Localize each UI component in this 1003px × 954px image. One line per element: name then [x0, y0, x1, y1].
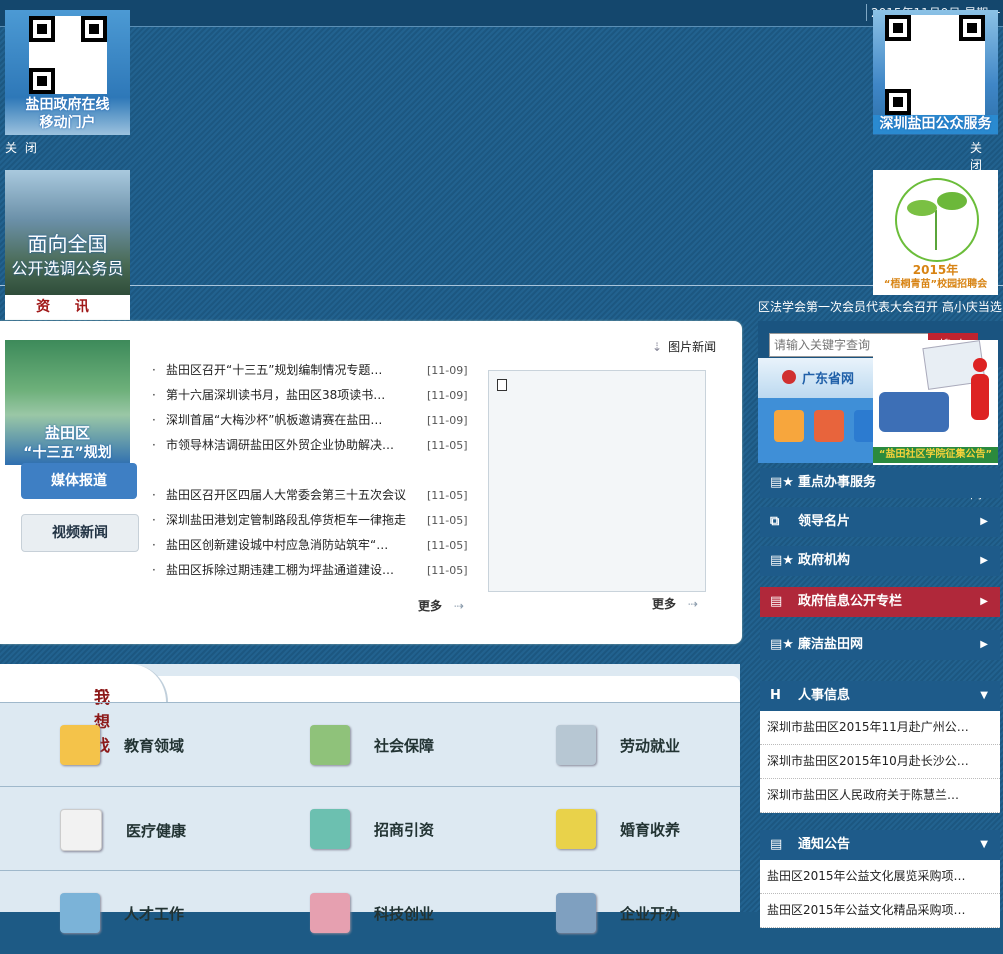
star-doc-icon: ▤★: [770, 637, 794, 652]
logo-icon: [782, 370, 796, 384]
category-investment[interactable]: 招商引资: [310, 809, 434, 849]
worker-icon: [556, 725, 596, 765]
arrow-right-icon: ▶: [980, 516, 988, 527]
news-list-top: 盐田区召开“十三五”规划编制情况专题…[11-09] 第十六届深圳读书月，盐田区…: [152, 358, 472, 458]
list-item[interactable]: 第十六届深圳读书月，盐田区38项读书…[11-09]: [152, 383, 472, 408]
news-list-bottom: 盐田区召开区四届人大常委会第三十五次会议[11-05] 深圳盐田港划定管制路段乱…: [152, 483, 472, 583]
media-report-button[interactable]: 媒体报道: [21, 463, 137, 499]
photo-news-box[interactable]: [488, 370, 706, 592]
float-ad-public-service[interactable]: 深圳盐田公众服务: [873, 10, 998, 135]
float-ad-caption: “梧桐青苗”校园招聘会: [883, 279, 988, 290]
arrow-right-icon: ▶: [980, 596, 988, 607]
chevron-down-icon: ▼: [980, 690, 988, 701]
guangdong-banner[interactable]: 广东省网: [758, 358, 888, 463]
personnel-list: 深圳市盐田区2015年11月赴广州公… 深圳市盐田区2015年10月赴长沙公… …: [760, 711, 1000, 813]
list-item[interactable]: 盐田区2015年公益文化展览采购项…: [760, 860, 1000, 894]
arrow-right-icon: ▶: [980, 555, 988, 566]
list-item[interactable]: 市领导林洁调研盐田区外贸企业协助解决…[11-05]: [152, 433, 472, 458]
float-ad-caption: 深圳盐田公众服务: [873, 115, 998, 134]
h-icon: H: [770, 688, 781, 703]
category-health[interactable]: 医疗健康: [60, 809, 186, 851]
category-business[interactable]: 企业开办: [556, 893, 680, 933]
service-icon: [774, 410, 804, 442]
list-item[interactable]: 盐田区召开区四届人大常委会第三十五次会议[11-05]: [152, 483, 472, 508]
document-icon: ▤: [770, 594, 783, 609]
float-ad-five-year-plan[interactable]: 盐田区 “十三五”规划: [5, 340, 130, 465]
category-talent[interactable]: 人才工作: [60, 893, 184, 933]
nav-info-disclosure[interactable]: ▤ 政府信息公开专栏 ▶: [760, 587, 1000, 617]
video-news-button[interactable]: 视频新闻: [21, 514, 139, 552]
more-photo-link[interactable]: 更多 ⇢: [652, 595, 698, 612]
notice-list: 盐田区2015年公益文化展览采购项… 盐田区2015年公益文化精品采购项…: [760, 860, 1000, 928]
child-icon: [556, 809, 596, 849]
float-ad-mobile-portal[interactable]: 盐田政府在线 移动门户: [5, 10, 130, 135]
float-ad-civil-servant[interactable]: 面向全国 公开选调公务员: [5, 170, 130, 295]
star-doc-icon: ▤★: [770, 475, 794, 490]
top-bar: 2015年11月9日 星期一: [0, 0, 1003, 27]
section-header-notices[interactable]: ▤ 通知公告 ▼: [760, 830, 1000, 860]
category-social-security[interactable]: 社会保障: [310, 725, 434, 765]
plus-icon: ⇢: [688, 597, 699, 611]
notice-icon: ▤: [770, 837, 783, 852]
category-tech[interactable]: 科技创业: [310, 893, 434, 933]
float-ad-caption: 公开选调公务员: [11, 259, 124, 278]
list-item[interactable]: 深圳盐田港划定管制路段乱停货柜车一律拖走[11-05]: [152, 508, 472, 533]
find-tab[interactable]: 我想找 ···: [0, 664, 168, 755]
image-placeholder-icon: [497, 379, 507, 391]
plus-icon: ⇢: [454, 599, 465, 613]
medical-icon: [60, 809, 102, 851]
talent-icon: [60, 893, 100, 933]
list-item[interactable]: 盐田区创新建设城中村应急消防站筑牢“…[11-05]: [152, 533, 472, 558]
close-button[interactable]: 关 闭: [970, 139, 1003, 173]
arrow-right-icon: ▶: [980, 639, 988, 650]
audience-icon: [879, 392, 949, 432]
float-ad-caption: “十三五”规划: [23, 445, 112, 461]
photo-news-header[interactable]: ⇣ 图片新闻: [652, 338, 716, 355]
download-arrow-icon: ⇣: [652, 340, 663, 354]
family-icon: [310, 725, 350, 765]
close-button[interactable]: 关 闭: [5, 139, 39, 156]
list-item[interactable]: 盐田区召开“十三五”规划编制情况专题…[11-09]: [152, 358, 472, 383]
category-education[interactable]: 教育领域: [60, 725, 184, 765]
chevron-down-icon: ▼: [980, 839, 988, 850]
float-ad-recruitment[interactable]: 2015年 “梧桐青苗”校园招聘会: [873, 170, 998, 295]
tech-icon: [310, 893, 350, 933]
news-section-tab[interactable]: 资 讯: [5, 295, 130, 320]
qr-code-icon: [885, 15, 985, 115]
palm-tree-icon: [310, 809, 350, 849]
float-ad-caption: 盐田政府在线: [25, 97, 110, 113]
sprout-icon: [895, 178, 979, 262]
float-ad-caption: 盐田区: [44, 424, 90, 442]
list-item[interactable]: 深圳市盐田区2015年11月赴广州公…: [760, 711, 1000, 745]
scrolling-headline[interactable]: 区法学会第一次会员代表大会召开 高小庆当选: [758, 298, 1003, 315]
list-item[interactable]: 深圳市盐田区人民政府关于陈慧兰…: [760, 779, 1000, 813]
list-item[interactable]: 盐田区2015年公益文化精品采购项…: [760, 894, 1000, 928]
business-icon: [556, 893, 596, 933]
star-doc-icon: ▤★: [770, 553, 794, 568]
service-icon: [814, 410, 844, 442]
list-item[interactable]: 深圳市盐田区2015年10月赴长沙公…: [760, 745, 1000, 779]
nav-leaders[interactable]: ⧉ 领导名片 ▶: [760, 507, 1000, 537]
nav-agencies[interactable]: ▤★ 政府机构 ▶: [760, 546, 1000, 576]
divider-line: [0, 285, 1003, 286]
nav-key-services[interactable]: ▤★ 重点办事服务: [760, 468, 1000, 498]
nav-clean-yantian[interactable]: ▤★ 廉洁盐田网 ▶: [760, 630, 1000, 660]
list-item[interactable]: 盐田区拆除过期违建工棚为坪盐通道建设…[11-05]: [152, 558, 472, 583]
education-icon: [60, 725, 100, 765]
category-employment[interactable]: 劳动就业: [556, 725, 680, 765]
section-header-personnel[interactable]: H 人事信息 ▼: [760, 681, 1000, 711]
float-ad-caption: 面向全国: [27, 232, 108, 256]
qr-code-icon: [29, 16, 107, 94]
float-ad-caption: 移动门户: [39, 115, 96, 131]
figure-icon: [973, 358, 987, 372]
float-ad-community-college[interactable]: “盐田社区学院征集公告”: [873, 340, 998, 465]
category-family[interactable]: 婚育收养: [556, 809, 680, 849]
card-icon: ⧉: [770, 514, 780, 529]
list-item[interactable]: 深圳首届“大梅沙杯”帆板邀请赛在盐田…[11-09]: [152, 408, 472, 433]
more-news-link[interactable]: 更多 ⇢: [418, 597, 464, 614]
